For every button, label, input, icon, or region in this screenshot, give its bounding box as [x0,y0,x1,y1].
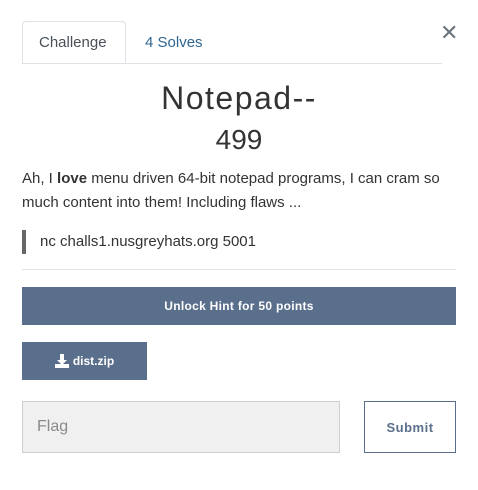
connection-info: nc challs1.nusgreyhats.org 5001 [22,230,256,254]
tab-challenge[interactable]: Challenge [22,21,126,63]
download-file-button[interactable]: dist.zip [22,342,147,380]
tab-bar: Challenge 4 Solves [22,21,442,64]
challenge-description: Ah, I love menu driven 64-bit notepad pr… [22,167,462,215]
description-text-prefix: Ah, I [22,170,58,187]
divider [22,269,456,270]
description-text-bold: love [57,170,88,187]
challenge-name: Notepad-- [161,80,317,116]
submit-button[interactable]: Submit [364,401,456,453]
file-name: dist.zip [72,354,115,368]
challenge-value: 499 [215,124,263,155]
tab-solves[interactable]: 4 Solves [128,21,220,62]
challenge-modal: Challenge 4 Solves ✕ Notepad-- 499 Ah, I… [0,0,478,490]
close-icon[interactable]: ✕ [440,22,458,44]
download-icon [54,354,69,368]
unlock-hint-button[interactable]: Unlock Hint for 50 points [22,287,456,325]
flag-input[interactable] [22,401,340,453]
